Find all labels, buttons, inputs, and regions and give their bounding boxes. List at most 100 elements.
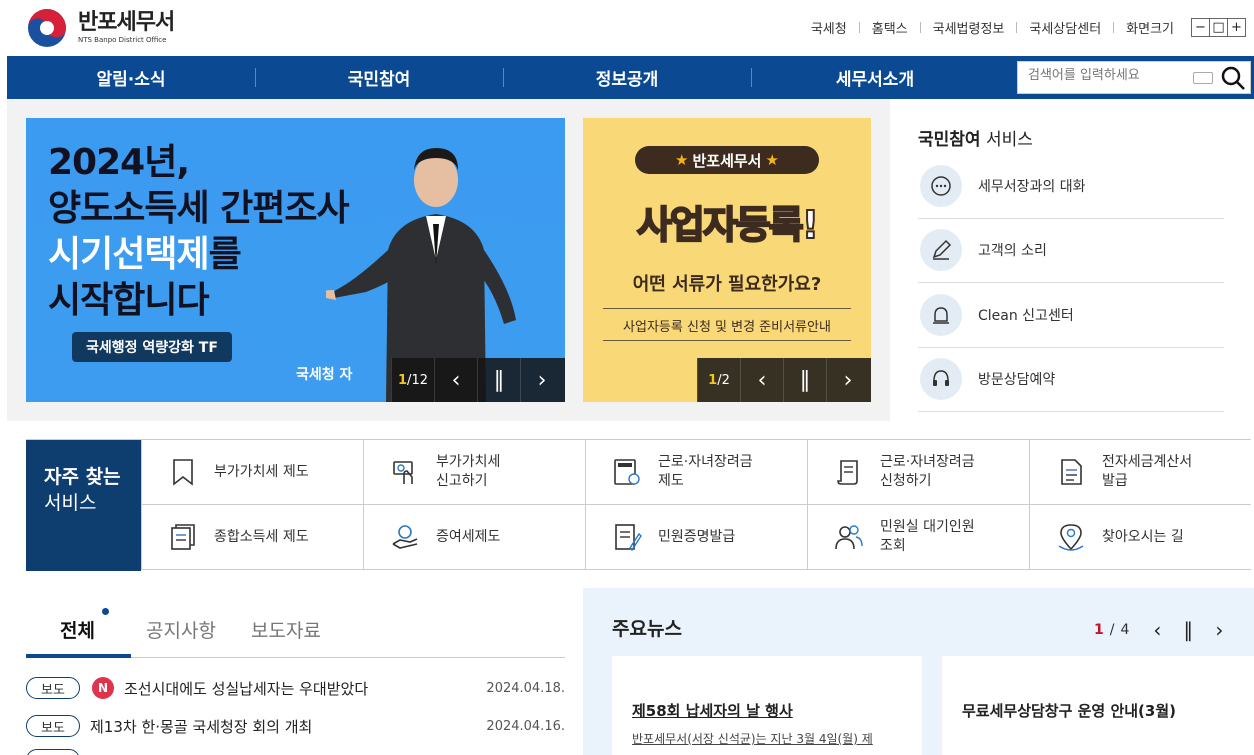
news-card[interactable]: 무료세무상담창구 운영 안내(3월) (942, 656, 1254, 755)
siren-icon (920, 293, 962, 336)
service-item-customer-voice[interactable]: 고객의 소리 (918, 219, 1224, 283)
site-name: 반포세무서 (78, 10, 175, 35)
search-input[interactable] (1028, 68, 1188, 83)
util-link-consult-center[interactable]: 국세상담센터 (1029, 18, 1101, 37)
new-indicator-dot (102, 608, 109, 615)
service-label: 방문상담예약 (978, 372, 1056, 389)
banner2-question: 어떤 서류가 필요한가요? (632, 274, 822, 295)
participation-service-list: 세무서장과의 대화 고객의 소리 Clean 신고센터 방문상담예약 (918, 154, 1224, 412)
category-badge (26, 749, 80, 755)
divider (603, 340, 851, 341)
new-badge: N (92, 677, 114, 699)
news-card[interactable]: 제58회 납세자의 날 행사 반포세무서(서장 신석균)는 지난 3월 4일(월… (612, 656, 922, 755)
document-icon (1061, 459, 1082, 485)
news-card-title[interactable]: 제58회 납세자의 날 행사 (632, 700, 793, 721)
news-page-current: 1 (1094, 622, 1104, 638)
service-label: 고객의 소리 (978, 243, 1047, 260)
list-item[interactable]: 보도 N 조선시대에도 성실납세자는 우대받았다 2024.04.18. (26, 674, 565, 702)
zoom-in-button[interactable]: + (1227, 18, 1246, 37)
headset-icon (920, 358, 962, 401)
nav-item-news[interactable]: 알림·소식 (7, 56, 255, 99)
tab-all[interactable]: 전체 (60, 616, 95, 643)
notice-title[interactable]: 제13차 한·몽골 국세청장 회의 개최 (90, 716, 486, 737)
tab-notices[interactable]: 공지사항 (146, 616, 216, 643)
divider (603, 308, 851, 309)
service-item-talk-with-director[interactable]: 세무서장과의 대화 (918, 154, 1224, 219)
frequent-service-item[interactable]: 근로·자녀장려금 제도 (585, 440, 807, 505)
news-prev-button[interactable]: ‹ (1153, 618, 1161, 642)
active-tab-indicator (26, 654, 131, 658)
category-badge: 보도 (26, 715, 80, 737)
calculator-icon (614, 459, 640, 485)
nts-emblem-icon (28, 9, 66, 47)
zoom-controls: − □ + (1191, 18, 1246, 37)
news-card-description: 반포세무서(서장 신석균)는 지난 3월 4일(월) 제 (632, 732, 873, 746)
banner2-next-button[interactable]: › (826, 358, 869, 402)
people-icon (835, 525, 863, 550)
nav-item-participation[interactable]: 국민참여 (255, 56, 503, 99)
divider (1016, 22, 1018, 33)
banner2-prev-button[interactable]: ‹ (740, 358, 783, 402)
location-icon (1058, 524, 1084, 551)
notice-date: 2024.04.18. (486, 680, 565, 696)
service-label: Clean 신고센터 (978, 307, 1074, 324)
frequent-service-label: 근로·자녀장려금 제도 (658, 454, 753, 489)
util-link-hometax[interactable]: 홈택스 (872, 18, 908, 37)
site-name-english: NTS Banpo District Office (78, 36, 167, 44)
certificate-icon (615, 524, 642, 552)
chat-icon (920, 164, 962, 207)
nav-item-disclosure[interactable]: 정보공개 (503, 56, 751, 99)
search-box (1017, 61, 1251, 94)
banner2-badge: ★ 반포세무서 ★ (635, 146, 819, 174)
frequent-service-label: 부가가치세 신고하기 (436, 454, 501, 489)
documents-icon (171, 524, 195, 550)
divider (1113, 22, 1115, 33)
nav-item-office-intro[interactable]: 세무서소개 (751, 56, 999, 99)
scroll-icon (837, 460, 858, 485)
frequent-service-item[interactable]: 찾아오시는 길 (1029, 505, 1251, 569)
banner1-prev-button[interactable]: ‹ (434, 358, 477, 402)
news-controls: 1 / 4 ‹ ∥ › (1094, 618, 1223, 642)
main-news-title: 주요뉴스 (612, 618, 682, 640)
banner1-next-button[interactable]: › (520, 358, 563, 402)
zoom-reset-button[interactable]: □ (1209, 18, 1228, 37)
frequent-service-label: 민원증명발급 (658, 528, 736, 545)
service-item-visit-reservation[interactable]: 방문상담예약 (918, 348, 1224, 412)
service-item-clean-report[interactable]: Clean 신고센터 (918, 283, 1224, 348)
news-pause-button[interactable]: ∥ (1183, 618, 1193, 642)
service-label: 세무서장과의 대화 (978, 178, 1086, 195)
list-item[interactable]: 보도 제13차 한·몽골 국세청장 회의 개최 2024.04.16. (26, 712, 565, 740)
news-card-title[interactable]: 무료세무상담창구 운영 안내(3월) (962, 700, 1176, 721)
frequent-service-label: 부가가치세 제도 (214, 463, 309, 480)
banner1-pause-button[interactable]: ∥ (477, 358, 520, 402)
frequent-service-item[interactable]: 종합소득세 제도 (141, 505, 363, 569)
tab-press-releases[interactable]: 보도자료 (251, 616, 321, 643)
site-logo[interactable]: 반포세무서 NTS Banpo District Office (26, 6, 176, 50)
frequent-service-item[interactable]: 전자세금계산서 발급 (1029, 440, 1251, 505)
util-link-nts[interactable]: 국세청 (811, 18, 847, 37)
search-icon[interactable] (1219, 65, 1247, 91)
frequent-service-item[interactable]: 민원증명발급 (585, 505, 807, 569)
banner2-controls: 1/2 ‹ ∥ › (697, 358, 871, 402)
banner-footer: 국세청 자 (296, 367, 353, 383)
frequent-service-item[interactable]: 부가가치세 신고하기 (363, 440, 585, 505)
frequent-service-item[interactable]: 민원실 대기인원 조회 (807, 505, 1029, 569)
banner2-subtitle: 사업자등록 신청 및 변경 준비서류안내 (623, 320, 831, 335)
frequent-service-label: 증여세제도 (436, 528, 501, 545)
banner2-title: 사업자등록! (636, 202, 820, 248)
screen-size-label: 화면크기 (1126, 22, 1174, 37)
zoom-out-button[interactable]: − (1191, 18, 1210, 37)
pencil-icon (920, 229, 962, 272)
frequent-service-item[interactable]: 증여세제도 (363, 505, 585, 569)
news-next-button[interactable]: › (1215, 618, 1223, 642)
notice-date: 2024.04.16. (486, 718, 565, 734)
util-link-law-info[interactable]: 국세법령정보 (933, 18, 1005, 37)
divider (858, 22, 860, 33)
frequent-service-item[interactable]: 부가가치세 제도 (141, 440, 363, 505)
virtual-keyboard-icon[interactable] (1193, 72, 1213, 84)
banner1-pager: 1/12 (391, 358, 434, 402)
notice-tabs: 전체 공지사항 보도자료 (26, 608, 565, 658)
banner2-pause-button[interactable]: ∥ (783, 358, 826, 402)
frequent-service-item[interactable]: 근로·자녀장려금 신청하기 (807, 440, 1029, 505)
notice-title[interactable]: 조선시대에도 성실납세자는 우대받았다 (124, 678, 486, 699)
